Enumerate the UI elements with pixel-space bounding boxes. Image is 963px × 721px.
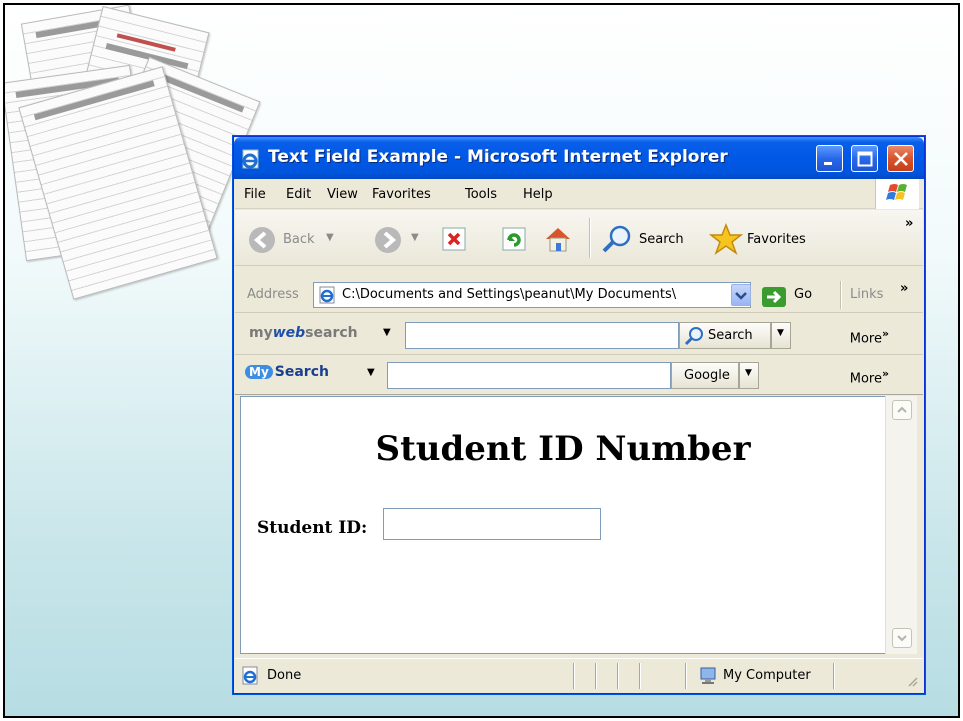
status-separator xyxy=(833,663,835,689)
window-title: Text Field Example - Microsoft Internet … xyxy=(268,147,728,167)
back-label[interactable]: Back xyxy=(283,232,315,247)
vertical-scrollbar[interactable] xyxy=(885,396,917,654)
logo-search: search xyxy=(305,325,358,341)
address-input[interactable]: C:\Documents and Settings\peanut\My Docu… xyxy=(313,282,751,308)
mywebsearch-more[interactable]: More» xyxy=(850,327,889,346)
status-separator xyxy=(595,663,597,689)
menu-help[interactable]: Help xyxy=(523,187,553,202)
logo-my: my xyxy=(249,325,273,341)
go-button-label[interactable]: Go xyxy=(794,287,812,302)
mysearch-label: Search xyxy=(274,364,329,380)
menu-edit[interactable]: Edit xyxy=(286,187,311,202)
stop-icon[interactable] xyxy=(441,226,467,256)
back-icon[interactable] xyxy=(247,225,277,259)
toolbar-separator xyxy=(589,218,591,258)
back-dropdown-icon[interactable]: ▼ xyxy=(326,232,334,243)
close-button[interactable] xyxy=(887,145,914,172)
mywebsearch-search-label: Search xyxy=(708,328,753,343)
student-id-input[interactable] xyxy=(383,508,601,540)
address-label: Address xyxy=(247,287,299,302)
my-computer-icon xyxy=(700,667,716,684)
menu-file[interactable]: File xyxy=(244,187,266,202)
status-separator xyxy=(685,663,687,689)
links-chevron-icon[interactable]: » xyxy=(900,281,908,296)
logo-web: web xyxy=(272,325,306,341)
windows-logo-icon xyxy=(875,179,919,209)
ie-page-icon xyxy=(240,148,262,170)
magnifier-icon xyxy=(684,327,703,346)
google-engine-dropdown[interactable]: ▼ xyxy=(739,362,759,389)
slide-background: Text Field Example - Microsoft Internet … xyxy=(3,3,960,718)
address-value: C:\Documents and Settings\peanut\My Docu… xyxy=(342,287,677,302)
address-separator xyxy=(840,281,842,309)
favorites-button-label[interactable]: Favorites xyxy=(747,232,806,247)
maximize-button[interactable] xyxy=(851,145,878,172)
standard-toolbar: Back ▼ ▼ Search Favorites » xyxy=(235,210,923,266)
google-engine-label: Google xyxy=(684,368,730,383)
forward-dropdown-icon[interactable]: ▼ xyxy=(411,232,419,243)
status-bar: Done My Computer xyxy=(235,658,923,692)
mysearch-input[interactable] xyxy=(387,362,671,389)
menu-favorites[interactable]: Favorites xyxy=(372,187,431,202)
ie-window: Text Field Example - Microsoft Internet … xyxy=(233,136,925,694)
menu-tools[interactable]: Tools xyxy=(465,187,497,202)
security-zone-label: My Computer xyxy=(723,668,811,683)
mywebsearch-more-label: More xyxy=(849,331,882,347)
status-separator xyxy=(639,663,641,689)
status-page-icon xyxy=(242,666,258,685)
status-separator xyxy=(573,663,575,689)
scroll-up-icon[interactable] xyxy=(892,400,912,420)
mysearch-logo[interactable]: My Search xyxy=(245,364,329,380)
search-icon[interactable] xyxy=(601,224,633,258)
menu-view[interactable]: View xyxy=(327,187,358,202)
mywebsearch-search-dropdown[interactable]: ▼ xyxy=(771,322,791,349)
links-label[interactable]: Links xyxy=(850,287,883,302)
student-id-label: Student ID: xyxy=(257,518,368,538)
title-bar[interactable]: Text Field Example - Microsoft Internet … xyxy=(234,137,924,179)
favorites-star-icon[interactable] xyxy=(708,222,744,259)
google-engine-button[interactable]: Google xyxy=(671,362,739,389)
mysearch-more[interactable]: More» xyxy=(850,367,889,386)
status-separator xyxy=(617,663,619,689)
paper-stack-image xyxy=(5,5,261,303)
chevron-down-icon xyxy=(735,292,747,300)
home-icon[interactable] xyxy=(543,224,573,258)
resize-grip-icon[interactable] xyxy=(905,674,919,688)
mysearch-dropdown-icon[interactable]: ▼ xyxy=(367,367,375,378)
scroll-down-icon[interactable] xyxy=(892,628,912,648)
mywebsearch-dropdown-icon[interactable]: ▼ xyxy=(383,327,391,338)
refresh-icon[interactable] xyxy=(501,226,527,256)
forward-icon[interactable] xyxy=(373,225,403,259)
minimize-button[interactable] xyxy=(816,145,843,172)
mysearch-toolbar: My Search ▼ Google ▼ More» xyxy=(235,355,923,395)
search-button-label[interactable]: Search xyxy=(639,232,684,247)
page-content: Student ID Number Student ID: xyxy=(240,396,885,654)
mywebsearch-logo[interactable]: mywebsearch xyxy=(249,325,358,341)
menu-bar: File Edit View Favorites Tools Help xyxy=(235,179,923,209)
address-dropdown-button[interactable] xyxy=(731,284,751,306)
page-heading: Student ID Number xyxy=(375,429,751,469)
toolbar-chevron-icon[interactable]: » xyxy=(905,216,913,231)
address-bar: Address C:\Documents and Settings\peanut… xyxy=(235,277,923,313)
status-text: Done xyxy=(267,668,302,683)
address-page-icon xyxy=(319,286,335,304)
mywebsearch-input[interactable] xyxy=(405,322,679,349)
my-badge-icon: My xyxy=(245,365,273,379)
go-arrow-icon[interactable] xyxy=(762,287,786,307)
mywebsearch-toolbar: mywebsearch ▼ Search ▼ More» xyxy=(235,315,923,355)
mysearch-more-label: More xyxy=(849,371,882,387)
mywebsearch-search-button[interactable]: Search xyxy=(679,322,771,349)
